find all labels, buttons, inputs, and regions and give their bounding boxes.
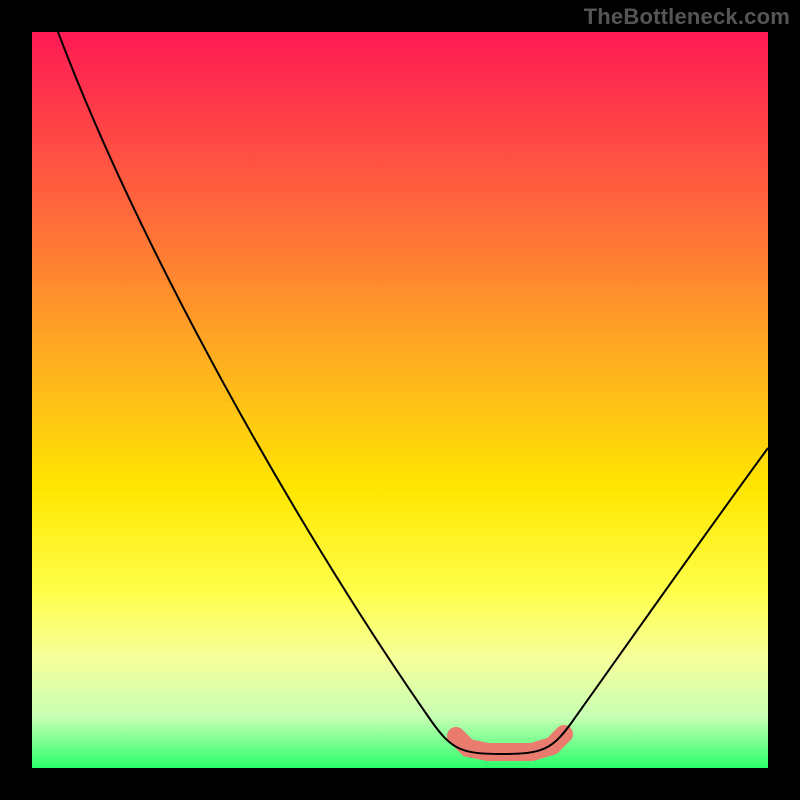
bottleneck-curve	[58, 32, 768, 754]
chart-frame: TheBottleneck.com	[0, 0, 800, 800]
watermark-text: TheBottleneck.com	[584, 4, 790, 30]
curve-layer	[32, 32, 768, 768]
valley-highlight	[456, 734, 564, 752]
plot-area	[32, 32, 768, 768]
